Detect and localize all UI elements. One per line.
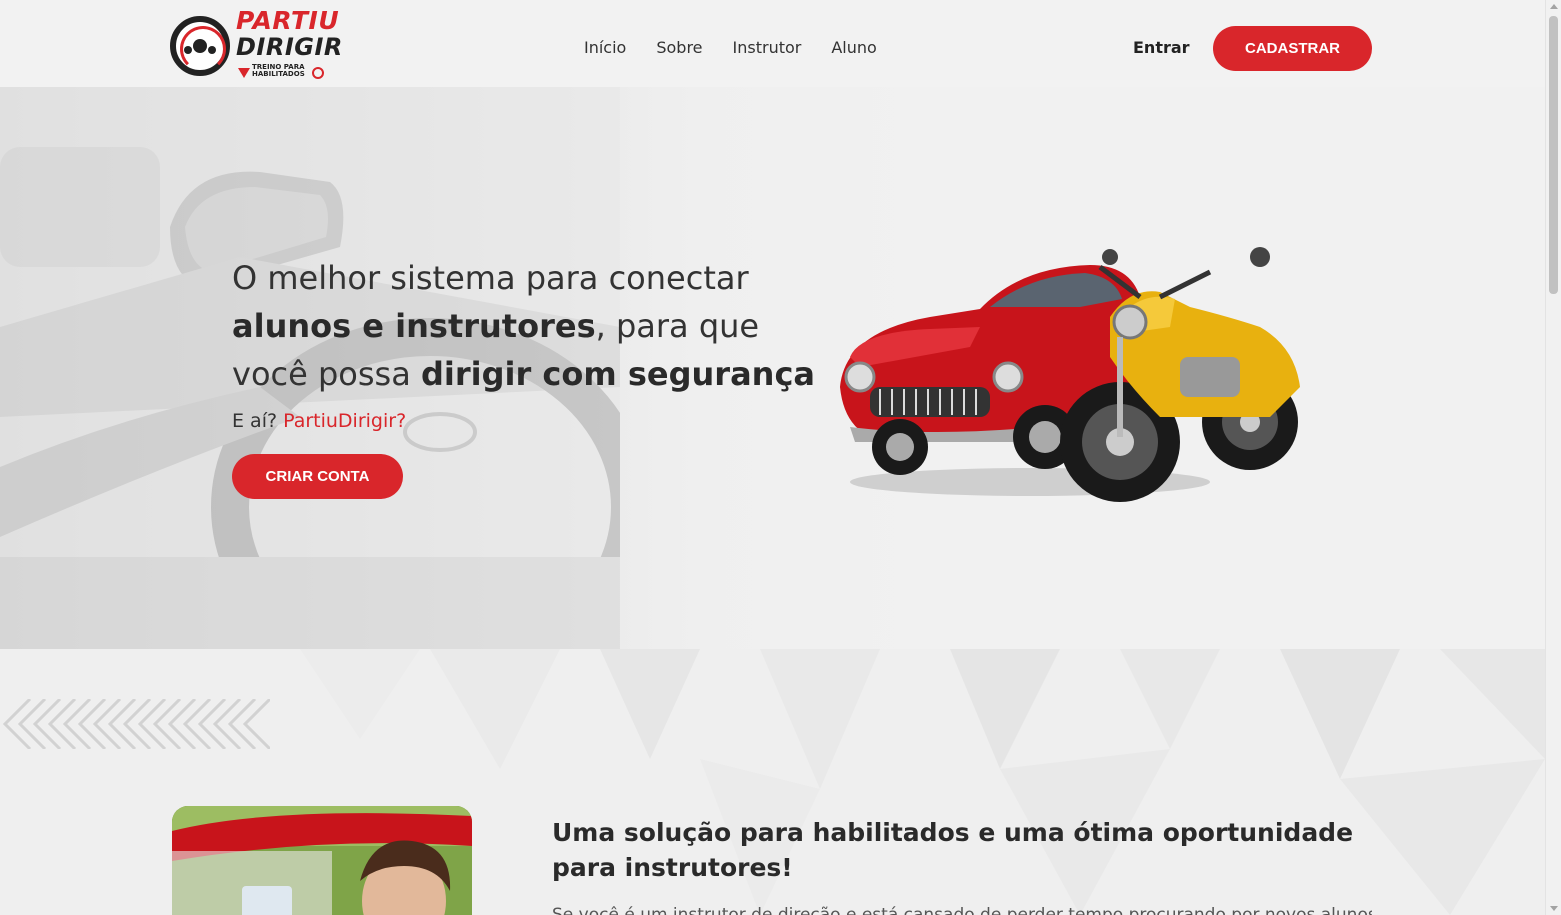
hero-title-bold1: alunos e instrutores: [232, 307, 596, 345]
student-driver-photo: [172, 806, 472, 915]
scroll-up-icon[interactable]: [1550, 4, 1558, 9]
signup-button[interactable]: CADASTRAR: [1213, 26, 1372, 71]
hero-section: O melhor sistema para conectar alunos e …: [0, 87, 1545, 649]
site-header: PARTIU DIRIGIR TREINO PARA HABILITADOS I…: [0, 0, 1545, 87]
login-link[interactable]: Entrar: [1133, 38, 1190, 57]
logo-tagline: TREINO PARA HABILITADOS: [252, 63, 305, 78]
about-text: Se você é um instrutor de direção e está…: [552, 905, 1372, 915]
about-section: Uma solução para habilitados e uma ótima…: [0, 649, 1545, 915]
hero-title-part1: O melhor sistema para conectar: [232, 259, 749, 297]
logo-line2: DIRIGIR: [236, 33, 343, 61]
hero-subtitle: E aí? PartiuDirigir?: [232, 410, 406, 432]
yield-triangle-icon: [238, 68, 250, 78]
hero-subtitle-prefix: E aí?: [232, 410, 284, 432]
hero-title-bold2: dirigir com segurança: [420, 355, 815, 393]
nav-link-aluno[interactable]: Aluno: [831, 38, 876, 57]
nav-link-sobre[interactable]: Sobre: [656, 38, 702, 57]
hero-subtitle-brand: PartiuDirigir?: [283, 410, 407, 432]
steering-wheel-icon: [170, 16, 230, 76]
warning-icon: [312, 67, 324, 79]
scroll-down-icon[interactable]: [1550, 906, 1558, 911]
nav-link-inicio[interactable]: Início: [584, 38, 626, 57]
scroll-thumb[interactable]: [1549, 16, 1558, 294]
logo-line1: PARTIU: [236, 6, 340, 35]
main-nav: Início Sobre Instrutor Aluno: [584, 38, 877, 57]
hero-title: O melhor sistema para conectar alunos e …: [232, 254, 832, 398]
create-account-button[interactable]: CRIAR CONTA: [232, 454, 403, 499]
page: PARTIU DIRIGIR TREINO PARA HABILITADOS I…: [0, 0, 1561, 915]
car-and-motorcycle-image: [840, 247, 1300, 502]
logo[interactable]: PARTIU DIRIGIR TREINO PARA HABILITADOS: [170, 6, 342, 82]
page-scrollbar[interactable]: [1545, 0, 1561, 915]
about-title: Uma solução para habilitados e uma ótima…: [552, 818, 1354, 882]
chevron-decoration-icon: [2, 699, 270, 749]
nav-link-instrutor[interactable]: Instrutor: [733, 38, 802, 57]
